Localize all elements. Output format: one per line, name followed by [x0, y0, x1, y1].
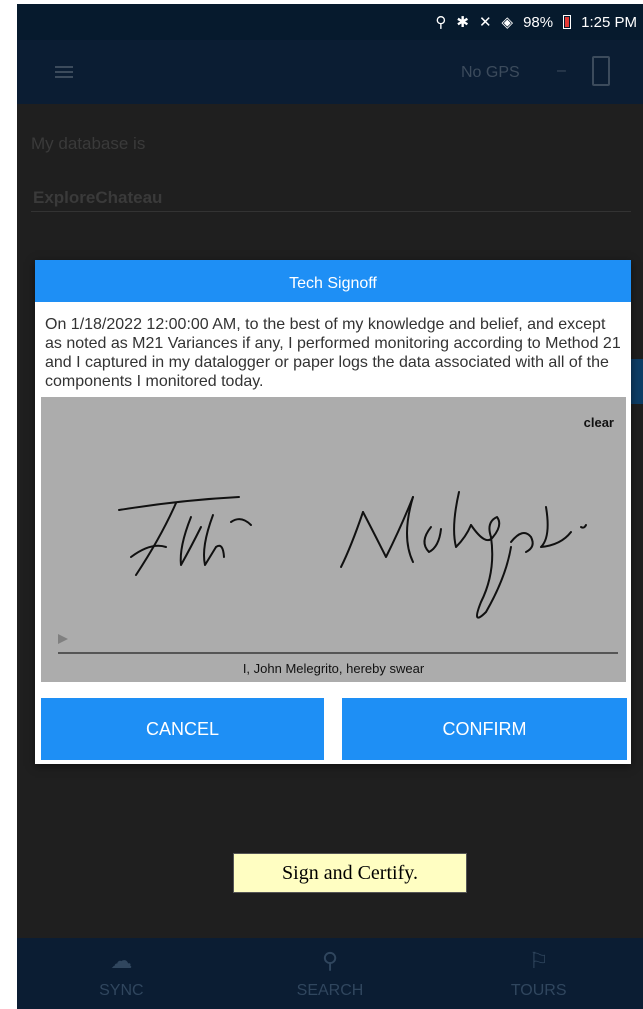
device-icon[interactable]: [592, 56, 610, 86]
location-icon: ⚲: [435, 13, 447, 31]
bottom-nav: ☁ SYNC ⚲ SEARCH ⚐ TOURS: [17, 938, 643, 1009]
status-bar: ⚲ ✱ ✕ ◈ 98% 1:25 PM: [17, 4, 643, 40]
clear-signature-link[interactable]: clear: [584, 415, 614, 430]
nav-label-sync: SYNC: [99, 982, 144, 999]
nav-item-tours[interactable]: ⚐ TOURS: [434, 938, 643, 1009]
search-icon: ⚲: [321, 948, 339, 973]
confirm-button[interactable]: CONFIRM: [342, 698, 627, 760]
nav-item-search[interactable]: ⚲ SEARCH: [226, 938, 435, 1009]
tours-icon: ⚐: [528, 948, 549, 973]
certification-statement: On 1/18/2022 12:00:00 AM, to the best of…: [45, 316, 621, 390]
app-bar-separator: –: [557, 62, 566, 79]
mute-icon: ✕: [478, 13, 492, 31]
menu-icon[interactable]: [55, 66, 73, 78]
dialog-title: Tech Signoff: [35, 260, 631, 302]
database-label: My database is: [31, 134, 146, 153]
signature-caption: I, John Melegrito, hereby swear: [242, 661, 425, 676]
cloud-sync-icon: ☁: [110, 948, 133, 973]
gps-status: No GPS: [461, 64, 520, 81]
database-value[interactable]: ExploreChateau: [33, 188, 162, 208]
annotation-label: Sign and Certify.: [233, 853, 467, 893]
status-time: 1:25 PM: [581, 13, 637, 31]
battery-percent: 98%: [523, 13, 554, 31]
nav-label-tours: TOURS: [510, 982, 567, 999]
tech-signoff-dialog: Tech Signoff On 1/18/2022 12:00:00 AM, t…: [35, 260, 631, 764]
app-bar: No GPS –: [17, 40, 643, 104]
signature-line: [58, 652, 618, 654]
nav-label-search: SEARCH: [296, 982, 364, 999]
nav-item-sync[interactable]: ☁ SYNC: [17, 938, 226, 1009]
signature-start-marker: [58, 634, 68, 644]
database-underline: [31, 211, 631, 212]
cancel-button[interactable]: CANCEL: [41, 698, 324, 760]
battery-icon: [563, 15, 572, 29]
wifi-icon: ◈: [501, 13, 514, 31]
signature-pad[interactable]: clear I, John Melegrito, hereby swear: [41, 397, 626, 682]
bluetooth-icon: ✱: [456, 13, 469, 31]
signature-drawing: [118, 491, 587, 619]
